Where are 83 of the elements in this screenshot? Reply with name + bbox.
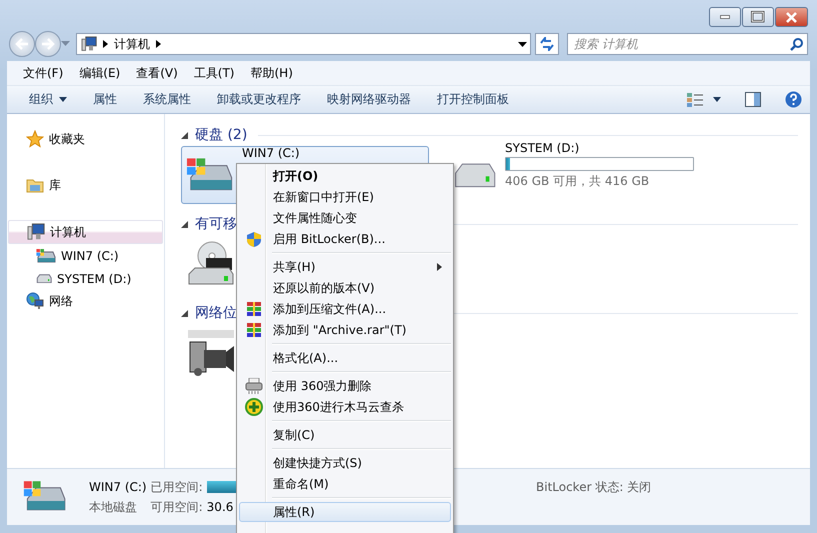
breadcrumb-item[interactable]: 计算机 <box>114 36 150 52</box>
printer-icon <box>244 378 262 394</box>
menu-item[interactable]: 使用 360强力删除 <box>239 376 451 396</box>
collapse-icon <box>181 310 188 316</box>
chevron-icon[interactable] <box>103 40 108 48</box>
caret-icon[interactable] <box>713 97 721 102</box>
sidebar-item[interactable]: 收藏夹 <box>8 128 163 150</box>
menu-item[interactable]: 共享(H) <box>239 257 451 277</box>
computer-icon <box>27 223 45 241</box>
maximize-icon <box>751 11 765 23</box>
sidebar-item[interactable]: 库 <box>8 174 163 196</box>
drive-name: WIN7 (C:) <box>89 480 147 494</box>
menu-item[interactable]: 添加到压缩文件(A)... <box>239 299 451 319</box>
search-field[interactable]: 搜索 计算机 <box>572 36 790 52</box>
collapse-icon <box>181 220 188 228</box>
caret-icon <box>59 97 67 102</box>
space-label: 已用空间: <box>150 478 203 496</box>
toolbar-button[interactable]: 卸载或更改程序 <box>205 91 313 108</box>
chevron-icon[interactable] <box>156 40 161 48</box>
drive-icon <box>452 160 497 190</box>
drive-type: 本地磁盘 <box>89 498 137 516</box>
menu-item[interactable]: 复制(C) <box>239 425 451 445</box>
arrow-right-icon <box>41 38 55 50</box>
group-heading[interactable]: 网络位 <box>195 304 237 322</box>
group-heading[interactable]: 硬盘 (2) <box>195 126 248 144</box>
menu-item[interactable]: 创建快捷方式(S) <box>239 453 451 473</box>
forward-button[interactable] <box>35 31 61 57</box>
menu-item[interactable]: 启用 BitLocker(B)... <box>239 229 451 249</box>
toolbar-button[interactable]: 组织 <box>17 91 79 108</box>
arrow-left-icon <box>15 38 29 50</box>
caret-icon[interactable] <box>518 42 526 46</box>
refresh-icon[interactable] <box>539 37 555 51</box>
close-icon <box>786 12 797 22</box>
minimize-button[interactable] <box>709 7 741 27</box>
preview-pane-icon[interactable] <box>745 92 761 107</box>
view-options-icon[interactable] <box>687 92 703 106</box>
group-heading[interactable]: 有可移 <box>195 215 237 233</box>
collapse-icon <box>181 132 188 138</box>
free-space-value: 30.6 <box>206 500 234 514</box>
space-label: 可用空间: <box>150 498 203 516</box>
search-box[interactable]: 搜索 计算机 <box>567 33 808 55</box>
star-icon <box>26 130 44 148</box>
bitlocker-status: BitLocker 状态: 关闭 <box>536 479 652 496</box>
back-button[interactable] <box>9 31 35 57</box>
menu-item[interactable]: 文件属性随心变 <box>239 208 451 228</box>
sidebar-item[interactable]: 计算机 <box>8 220 163 244</box>
archive-icon <box>246 302 260 316</box>
help-icon[interactable] <box>785 91 802 108</box>
drive-icon <box>36 274 52 284</box>
menu-item[interactable]: 重命名(M) <box>239 474 451 494</box>
sidebar-item[interactable]: SYSTEM (D:) <box>8 267 163 290</box>
menu-item[interactable]: 还原以前的版本(V) <box>239 278 451 298</box>
computer-icon <box>81 36 97 52</box>
search-icon <box>790 38 803 50</box>
drive-icon <box>36 248 56 264</box>
globe-icon <box>26 292 44 310</box>
menu-item[interactable]: 查看(V) <box>128 64 186 82</box>
archive-icon <box>246 323 260 337</box>
toolbar-button[interactable]: 打开控制面板 <box>425 91 521 108</box>
minimize-icon <box>720 15 730 19</box>
menu-item[interactable]: 添加到 "Archive.rar"(T) <box>239 320 451 340</box>
menu-item[interactable]: 工具(T) <box>186 64 242 82</box>
plus-icon <box>244 398 262 416</box>
submenu-arrow-icon <box>437 263 442 271</box>
camera-icon <box>186 328 236 378</box>
menu-item[interactable]: 编辑(E) <box>71 64 128 82</box>
drive-name: SYSTEM (D:) <box>505 140 580 154</box>
toolbar-button[interactable]: 映射网络驱动器 <box>315 91 423 108</box>
menu-item[interactable]: 使用360进行木马云查杀 <box>239 397 451 417</box>
shield-icon <box>246 230 262 248</box>
sidebar-item[interactable]: 网络 <box>8 290 163 312</box>
drive-name: WIN7 (C:) <box>242 146 300 160</box>
toolbar-button[interactable]: 系统属性 <box>131 91 203 108</box>
maximize-button[interactable] <box>742 7 774 27</box>
menu-item[interactable]: 属性(R) <box>239 502 451 522</box>
folder-icon <box>26 177 44 193</box>
sidebar-item[interactable]: WIN7 (C:) <box>8 244 163 267</box>
menu-item[interactable]: 帮助(H) <box>242 64 301 82</box>
toolbar-button[interactable]: 属性 <box>81 91 129 108</box>
menu-item[interactable]: 文件(F) <box>15 64 72 82</box>
close-button[interactable] <box>775 7 808 27</box>
free-space-text: 406 GB 可用，共 416 GB <box>505 172 650 190</box>
menu-item[interactable]: 格式化(A)... <box>239 348 451 368</box>
